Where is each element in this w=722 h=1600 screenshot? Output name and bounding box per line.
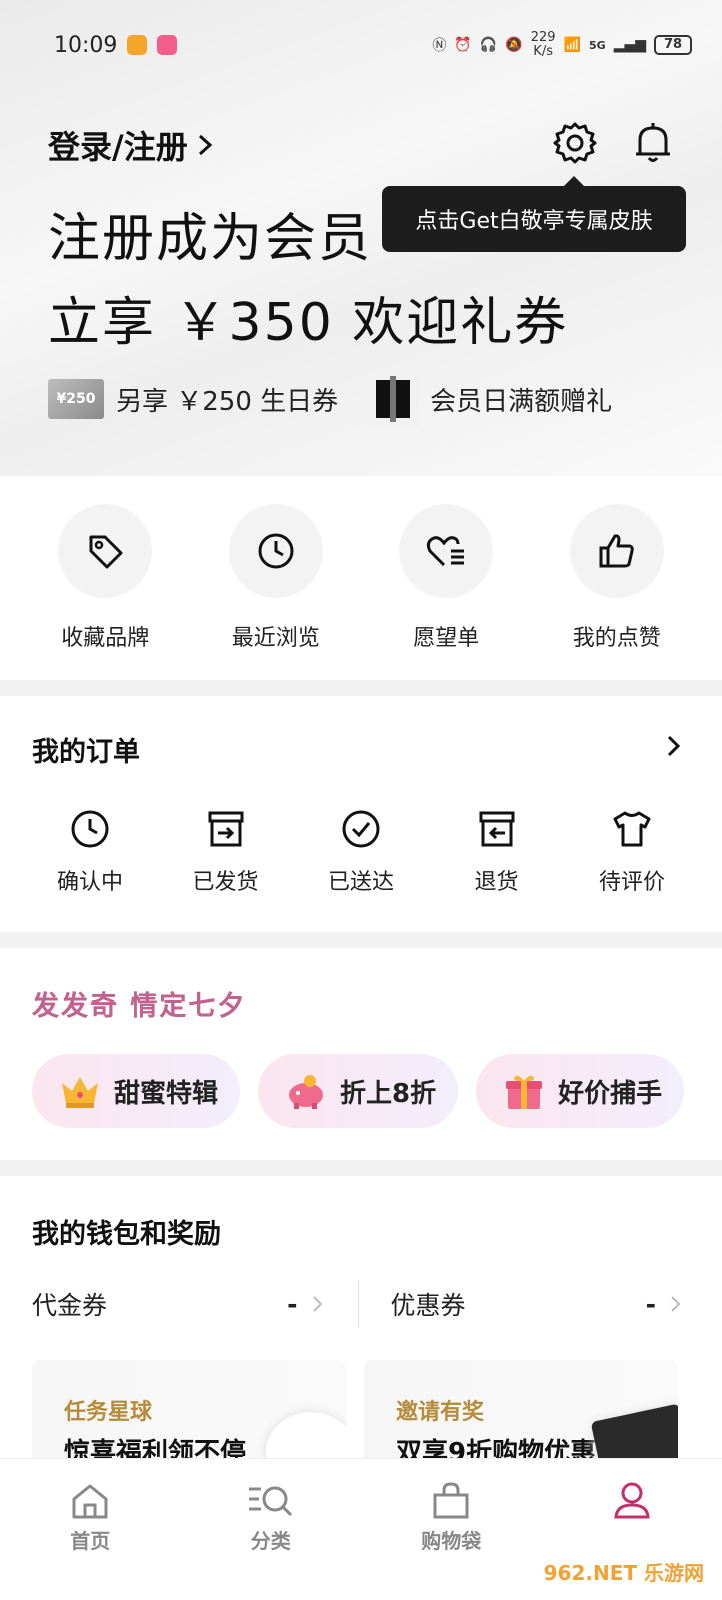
pill-deal-hunter[interactable]: 好价捕手 — [476, 1054, 685, 1128]
section-title: 我的钱包和奖励 — [32, 1219, 221, 1250]
tab-label: 购物袋 — [421, 1529, 482, 1553]
pill-sweet-special[interactable]: 甜蜜特辑 — [32, 1054, 241, 1128]
nfc-icon: Ⓝ — [432, 38, 447, 54]
voucher-entry[interactable]: 代金券 - — [32, 1286, 324, 1322]
home-icon — [72, 1484, 108, 1519]
coupon-entry[interactable]: 优惠券 - — [391, 1286, 683, 1322]
pill-extra-discount[interactable]: 折上8折 — [258, 1054, 459, 1128]
voucher-value: - — [287, 1289, 298, 1319]
perk-birthday-coupon: ¥250 另享 ￥250 生日券 — [48, 379, 338, 419]
order-label: 退货 — [474, 870, 519, 895]
return-box-icon — [479, 811, 514, 847]
order-label: 待评价 — [598, 870, 665, 895]
clock-icon — [258, 533, 294, 569]
perk-label: 会员日满额赠礼 — [430, 386, 613, 417]
order-confirming[interactable]: 确认中 — [30, 808, 150, 896]
tab-home[interactable]: 首页 — [0, 1459, 181, 1600]
skin-tooltip[interactable]: 点击Get白敬亭专属皮肤 — [382, 176, 686, 252]
network-type: 5G — [589, 38, 606, 52]
pill-label: 好价捕手 — [558, 1078, 663, 1109]
tshirt-icon — [613, 811, 651, 847]
chevron-right-icon — [198, 134, 212, 156]
section-title: 我的订单 — [32, 737, 140, 768]
gear-icon[interactable] — [552, 120, 598, 166]
profile-icon — [614, 1482, 650, 1519]
tab-label: 首页 — [70, 1529, 111, 1553]
site-watermark: 962.NET 乐游网 — [543, 1561, 704, 1585]
crown-icon — [58, 1069, 102, 1113]
shopping-bag-icon — [433, 1482, 469, 1519]
gift-icon — [502, 1069, 546, 1113]
clock-icon — [71, 810, 109, 848]
tab-shopping-bag[interactable]: 购物袋 — [361, 1459, 542, 1600]
coupon-icon: ¥250 — [48, 379, 104, 419]
coupon-value: - — [645, 1289, 656, 1319]
mute-icon: 🔕 — [505, 37, 523, 53]
alarm-icon: ⏰ — [454, 37, 472, 53]
divider — [357, 1280, 359, 1328]
piggy-bank-icon — [284, 1069, 328, 1113]
quick-my-likes[interactable]: 我的点赞 — [542, 504, 692, 680]
shipped-box-icon — [208, 811, 243, 847]
promo-headline: 注册成为会员 — [48, 209, 373, 269]
gift-box-icon — [368, 372, 419, 426]
promo-subheadline: 立享 ￥350 欢迎礼券 — [48, 293, 569, 353]
quick-wishlist[interactable]: 愿望单 — [371, 504, 521, 680]
coupon-label: 优惠券 — [390, 1291, 466, 1320]
order-label: 确认中 — [56, 870, 123, 895]
net-speed: 229 K/s — [530, 30, 556, 59]
quick-favorite-brands[interactable]: 收藏品牌 — [30, 504, 180, 680]
pill-label: 折上8折 — [340, 1078, 437, 1109]
tag-icon — [89, 535, 123, 569]
check-circle-icon — [342, 810, 380, 848]
order-label: 已送达 — [327, 870, 394, 895]
festival-section: 发发奇 情定七夕 甜蜜特辑 折上8折 好价捕手 — [0, 948, 722, 1160]
quick-label: 愿望单 — [413, 626, 480, 651]
perk-label: 另享 ￥250 生日券 — [116, 386, 339, 417]
login-register-link[interactable]: 登录/注册 — [48, 122, 216, 168]
headphones-icon: 🎧 — [479, 37, 498, 53]
festival-title: 发发奇 情定七夕 — [32, 984, 246, 1023]
order-delivered[interactable]: 已送达 — [301, 808, 421, 896]
status-bar: 10:09 Ⓝ ⏰ 🎧 🔕 229 K/s 📶 5G ▂▄▆ 78 — [54, 28, 692, 62]
status-time: 10:09 — [54, 32, 118, 58]
pill-label: 甜蜜特辑 — [114, 1078, 219, 1109]
tab-category[interactable]: 分类 — [181, 1459, 362, 1600]
chevron-right-icon[interactable] — [666, 734, 682, 758]
order-returns[interactable]: 退货 — [437, 808, 557, 896]
wallet-section: 我的钱包和奖励 代金券 - 优惠券 - 任务星球 惊喜福利领不停 邀请有奖 双享… — [0, 1176, 722, 1480]
quick-recent-views[interactable]: 最近浏览 — [201, 504, 351, 680]
login-label: 登录/注册 — [48, 128, 188, 166]
bell-icon[interactable] — [630, 120, 676, 166]
thumbs-up-icon — [599, 534, 634, 568]
voucher-label: 代金券 — [32, 1291, 108, 1320]
quick-label: 我的点赞 — [572, 626, 661, 651]
order-label: 已发货 — [192, 870, 259, 895]
quick-label: 最近浏览 — [231, 626, 320, 651]
bottom-tab-bar: 首页 分类 购物袋 962.NET 乐游网 — [0, 1458, 722, 1600]
order-shipped[interactable]: 已发货 — [166, 808, 286, 896]
order-to-review[interactable]: 待评价 — [572, 808, 692, 896]
notification-app-icon — [127, 35, 148, 55]
perk-member-gift: 会员日满额赠礼 — [368, 372, 612, 426]
battery-indicator: 78 — [654, 35, 692, 55]
quick-label: 收藏品牌 — [61, 626, 150, 651]
chevron-right-icon — [671, 1296, 681, 1312]
my-orders-section: 我的订单 确认中 已发货 已送达 退货 待评价 — [0, 696, 722, 932]
chevron-right-icon — [312, 1296, 322, 1312]
wifi-icon: 📶 — [563, 37, 581, 53]
category-search-icon — [248, 1486, 292, 1517]
tab-label: 分类 — [250, 1529, 291, 1553]
notification-app-icon — [157, 35, 178, 55]
heart-list-icon — [427, 536, 465, 567]
member-perks: ¥250 另享 ￥250 生日券 会员日满额赠礼 — [48, 372, 642, 426]
signal-icon: ▂▄▆ — [613, 37, 646, 53]
quick-actions: 收藏品牌 最近浏览 愿望单 我的点赞 — [0, 476, 722, 680]
member-hero: 10:09 Ⓝ ⏰ 🎧 🔕 229 K/s 📶 5G ▂▄▆ 78 登录/注册 注… — [0, 0, 722, 476]
